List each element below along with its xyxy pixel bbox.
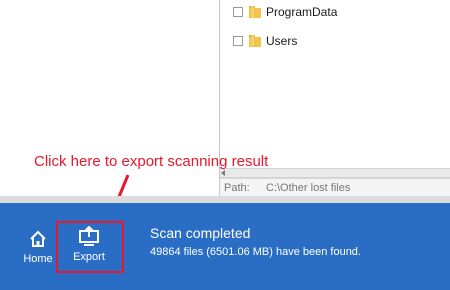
path-bar: Path: C:\Other lost files (220, 178, 450, 197)
separator (0, 196, 450, 203)
annotation-text: Click here to export scanning result (34, 153, 269, 170)
folder-label: Users (266, 34, 298, 48)
path-label: Path: (224, 182, 250, 194)
home-button[interactable]: Home (18, 230, 58, 265)
scroll-left-icon[interactable] (221, 170, 225, 176)
folder-icon (249, 35, 261, 47)
folder-label: ProgramData (266, 5, 338, 19)
folder-item-programdata[interactable]: ProgramData (233, 4, 337, 20)
home-label: Home (23, 253, 53, 265)
folder-checkbox[interactable] (233, 7, 243, 17)
status-detail: 49864 files (6501.06 MB) have been found… (150, 246, 361, 258)
export-highlight-box (56, 221, 124, 273)
status-title: Scan completed (150, 225, 251, 241)
folder-checkbox[interactable] (233, 36, 243, 46)
folder-item-users[interactable]: Users (233, 33, 297, 49)
home-icon (30, 230, 46, 247)
folder-icon (249, 6, 261, 18)
path-value: C:\Other lost files (266, 182, 351, 194)
